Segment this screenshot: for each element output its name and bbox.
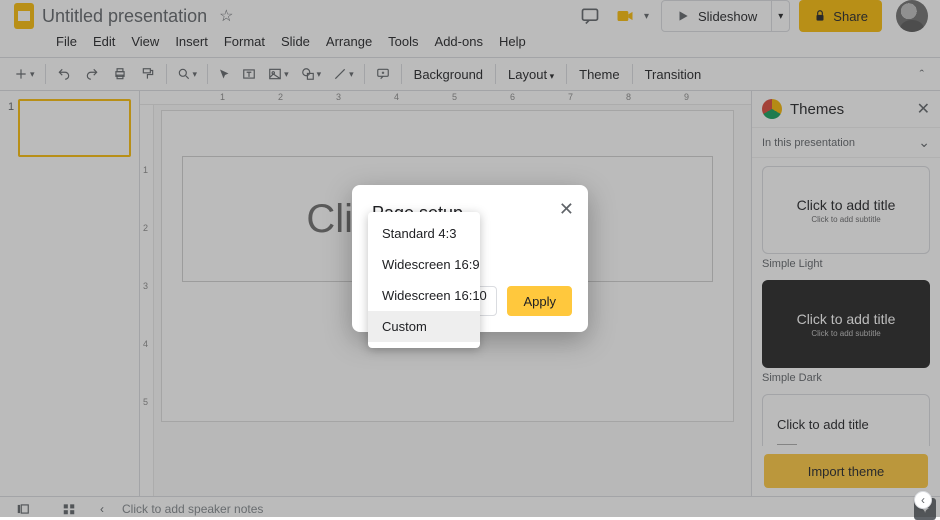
option-custom[interactable]: Custom [368,311,480,342]
option-standard-4-3[interactable]: Standard 4:3 [368,218,480,249]
close-icon[interactable]: ✕ [559,199,574,220]
option-widescreen-16-10[interactable]: Widescreen 16:10 [368,280,480,311]
option-widescreen-16-9[interactable]: Widescreen 16:9 [368,249,480,280]
explore-fab-icon[interactable]: ‹ [914,491,932,509]
page-setup-dropdown: Standard 4:3 Widescreen 16:9 Widescreen … [368,212,480,348]
apply-button[interactable]: Apply [507,286,572,316]
